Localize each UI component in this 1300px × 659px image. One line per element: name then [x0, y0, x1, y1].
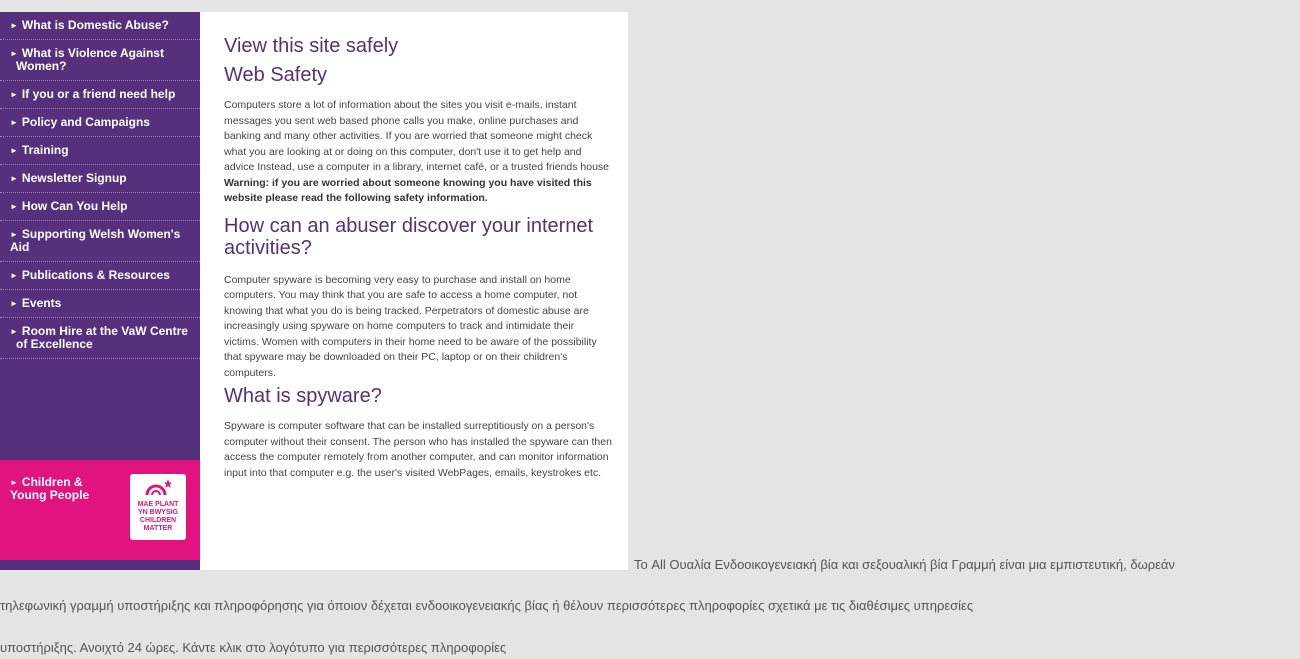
sidebar-item-training[interactable]: ► Training: [0, 137, 200, 165]
sidebar-item-how-can-you-help[interactable]: ► How Can You Help: [0, 193, 200, 221]
children-matter-logo: MAE PLANT YN BWYSIG CHILDREN MATTER: [130, 474, 186, 540]
sidebar-item-publications[interactable]: ► Publications & Resources: [0, 262, 200, 290]
triangle-right-icon: ►: [10, 202, 18, 211]
web-safety-paragraph: Computers store a lot of information abo…: [224, 99, 610, 173]
triangle-right-icon: ►: [10, 146, 18, 155]
triangle-right-icon: ►: [10, 327, 18, 336]
greek-info-line-2: τηλεφωνική γραμμή υποστήριξης και πληροφ…: [0, 598, 974, 613]
section-heading-abuser-discover: How can an abuser discover your internet…: [224, 214, 594, 259]
section-heading-spyware: What is spyware?: [224, 385, 382, 407]
logo-text-line-4: MATTER: [143, 525, 173, 532]
sidebar-item-room-hire[interactable]: ► Room Hire at the VaW Centre of Excellen…: [0, 318, 200, 359]
screenshot-panel: ► What is Domestic Abuse? ► What is Violen…: [0, 12, 628, 570]
triangle-right-icon: ►: [10, 174, 18, 183]
main-content: View this site safely Web Safety Compute…: [224, 34, 612, 481]
page-title: View this site safely: [224, 35, 399, 57]
spyware-paragraph: Spyware is computer software that can be…: [224, 420, 612, 479]
greek-info-line-1: Το All Ουαλία Ενδοοικογενειακή βία και σ…: [634, 557, 1175, 572]
sidebar-item-policy-campaigns[interactable]: ► Policy and Campaigns: [0, 109, 200, 137]
sidebar-item-newsletter[interactable]: ► Newsletter Signup: [0, 165, 200, 193]
logo-text-line-3: CHILDREN: [139, 517, 177, 524]
triangle-right-icon: ►: [10, 21, 18, 30]
triangle-right-icon: ►: [10, 230, 18, 239]
warning-paragraph: Warning: if you are worried about someon…: [224, 176, 592, 205]
logo-text-line-2: YN BWYSIG: [137, 509, 179, 516]
rainbow-star-icon: [145, 479, 172, 496]
sidebar-nav: ► What is Domestic Abuse? ► What is Violen…: [0, 12, 200, 570]
triangle-right-icon: ►: [10, 118, 18, 127]
abuser-discover-paragraph: Computer spyware is becoming very easy t…: [224, 273, 597, 379]
triangle-right-icon: ►: [10, 49, 18, 58]
triangle-right-icon: ►: [10, 271, 18, 280]
greek-info-line-3: υποστήριξης. Ανοιχτό 24 ώρες. Κάντε κλικ…: [0, 640, 507, 655]
sidebar-item-need-help[interactable]: ► If you or a friend need help: [0, 81, 200, 109]
sidebar-item-domestic-abuse[interactable]: ► What is Domestic Abuse?: [0, 12, 200, 40]
sidebar-item-violence-against-women[interactable]: ► What is Violence Against Women?: [0, 40, 200, 81]
triangle-right-icon: ►: [10, 90, 18, 99]
children-young-people-link[interactable]: ► Children & Young People MAE PLANT YN BW…: [0, 460, 200, 560]
children-label: Children & Young People: [10, 475, 90, 502]
triangle-right-icon: ►: [10, 478, 18, 487]
sidebar-item-supporting-wwa[interactable]: ► Supporting Welsh Women's Aid: [0, 221, 200, 262]
sidebar-item-events[interactable]: ► Events: [0, 290, 200, 318]
logo-text-line-1: MAE PLANT: [137, 501, 179, 508]
triangle-right-icon: ►: [10, 299, 18, 308]
section-heading-web-safety: Web Safety: [224, 64, 328, 86]
